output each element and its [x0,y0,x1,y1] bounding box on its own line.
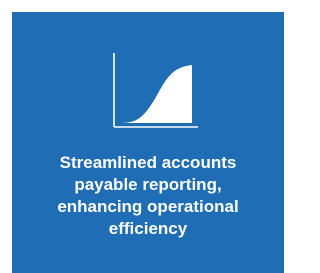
card-text-line: efficiency [108,219,188,238]
card-description: Streamlined accounts payable reporting, … [12,152,284,240]
card-text-line: enhancing operational [57,197,239,216]
card-text-line: Streamlined accounts [59,153,237,172]
chart-curve-fill [120,65,192,123]
feature-card: Streamlined accounts payable reporting, … [12,12,284,273]
growth-curve-chart-icon [113,53,198,128]
card-text-line: payable reporting, [74,175,222,194]
